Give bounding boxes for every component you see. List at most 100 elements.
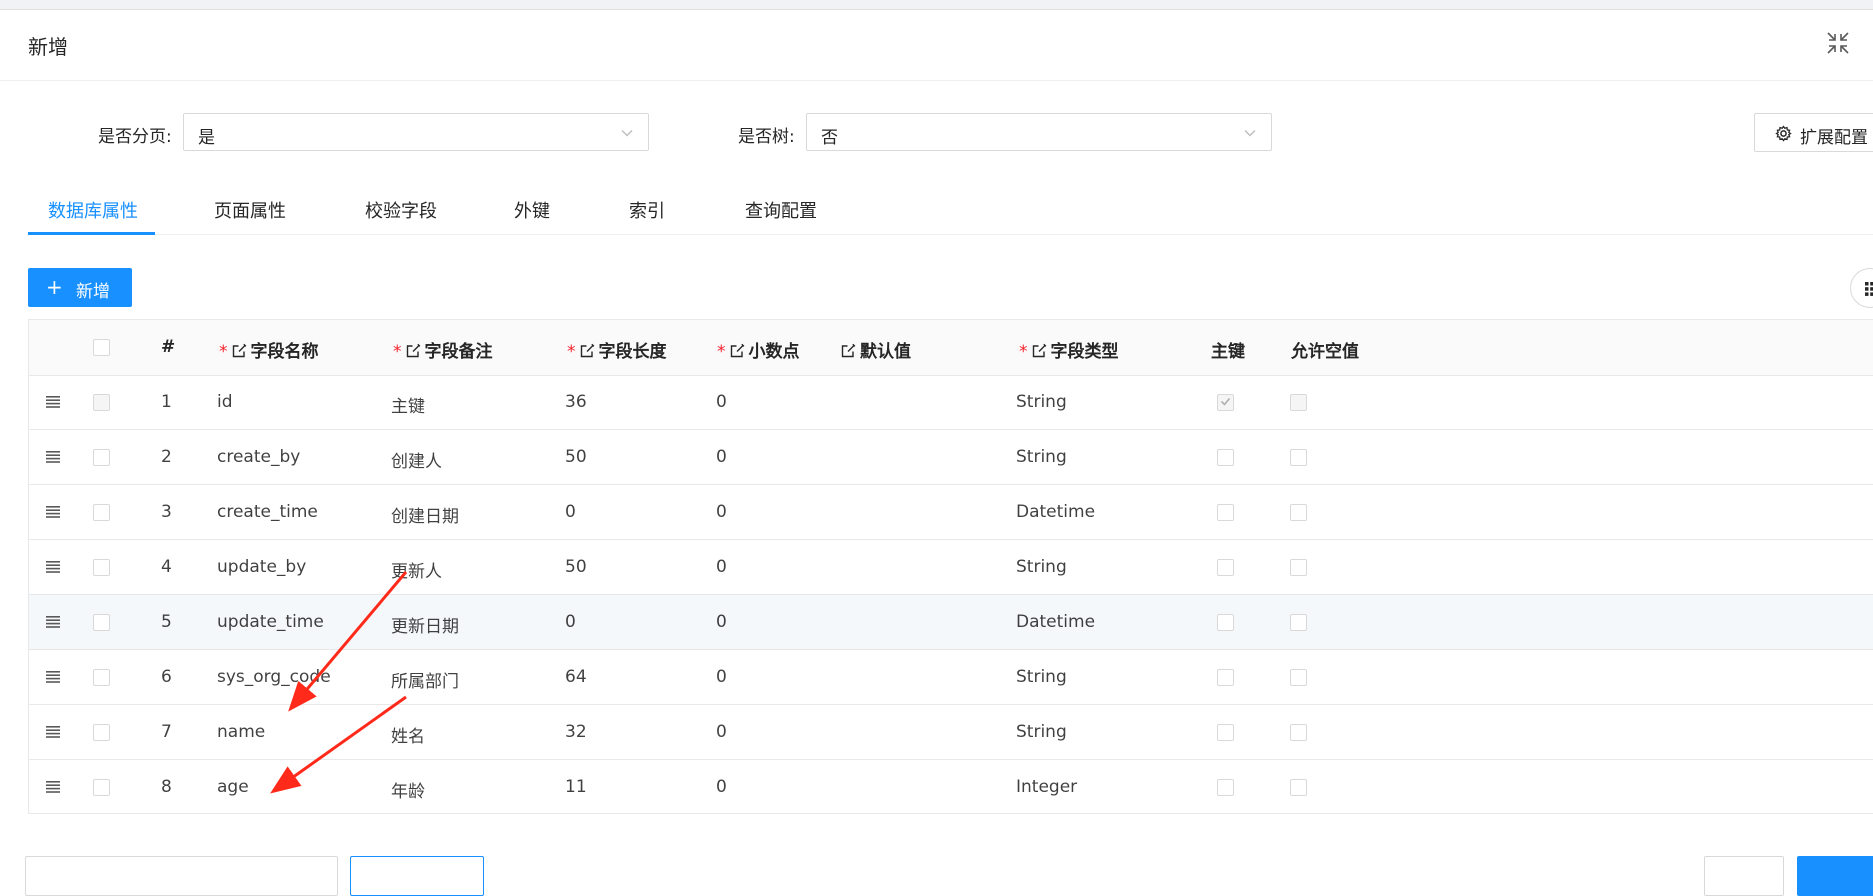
field-decimal-cell[interactable]: 0 xyxy=(716,722,727,742)
field-comment-cell[interactable]: 更新日期 xyxy=(391,612,459,637)
footer-confirm-button[interactable] xyxy=(1797,856,1873,896)
nullable-checkbox[interactable] xyxy=(1290,724,1307,741)
primary-key-checkbox[interactable] xyxy=(1217,669,1234,686)
tab-foreign-keys[interactable]: 外键 xyxy=(514,197,550,223)
field-decimal-cell[interactable]: 0 xyxy=(716,612,727,632)
add-row-button[interactable]: + 新增 xyxy=(28,268,132,307)
nullable-checkbox[interactable] xyxy=(1290,504,1307,521)
drag-handle-icon[interactable] xyxy=(46,396,60,408)
paging-select[interactable]: 是 xyxy=(183,113,649,151)
table-row[interactable]: 1 id 主键 36 0 String xyxy=(29,375,1873,430)
tab-page-properties[interactable]: 页面属性 xyxy=(214,197,286,223)
field-decimal-cell[interactable]: 0 xyxy=(716,777,727,797)
minimize-modal-icon[interactable] xyxy=(1825,30,1851,56)
nullable-checkbox[interactable] xyxy=(1290,779,1307,796)
primary-key-checkbox[interactable] xyxy=(1217,504,1234,521)
field-comment-cell[interactable]: 更新人 xyxy=(391,557,442,582)
drag-handle-icon[interactable] xyxy=(46,671,60,683)
bottom-action-button[interactable] xyxy=(350,856,484,896)
table-row[interactable]: 2 create_by 创建人 50 0 String xyxy=(29,430,1873,485)
field-length-cell[interactable]: 0 xyxy=(565,612,576,632)
field-type-cell[interactable]: Integer xyxy=(1016,777,1077,797)
field-name-cell[interactable]: update_by xyxy=(217,557,306,577)
column-settings-button[interactable] xyxy=(1850,268,1873,308)
field-length-cell[interactable]: 50 xyxy=(565,447,587,467)
row-index: 5 xyxy=(161,612,172,632)
row-select-checkbox[interactable] xyxy=(93,779,110,796)
edit-icon xyxy=(841,343,856,358)
field-name-cell[interactable]: update_time xyxy=(217,612,324,632)
nullable-checkbox[interactable] xyxy=(1290,559,1307,576)
field-name-cell[interactable]: id xyxy=(217,392,233,412)
row-select-checkbox[interactable] xyxy=(93,614,110,631)
field-comment-cell[interactable]: 创建人 xyxy=(391,447,442,472)
field-length-cell[interactable]: 32 xyxy=(565,722,587,742)
table-row[interactable]: 8 age 年龄 11 0 Integer xyxy=(29,760,1873,815)
field-comment-cell[interactable]: 年龄 xyxy=(391,777,425,802)
table-row[interactable]: 7 name 姓名 32 0 String xyxy=(29,705,1873,760)
table-row[interactable]: 6 sys_org_code 所属部门 64 0 String xyxy=(29,650,1873,705)
primary-key-checkbox[interactable] xyxy=(1217,614,1234,631)
tab-validation-fields[interactable]: 校验字段 xyxy=(365,197,437,223)
tab-indexes[interactable]: 索引 xyxy=(629,197,665,223)
field-decimal-cell[interactable]: 0 xyxy=(716,447,727,467)
field-type-cell[interactable]: String xyxy=(1016,667,1067,687)
footer-cancel-button[interactable] xyxy=(1704,856,1784,896)
row-select-checkbox[interactable] xyxy=(93,669,110,686)
drag-handle-icon[interactable] xyxy=(46,561,60,573)
table-row[interactable]: 3 create_time 创建日期 0 0 Datetime xyxy=(29,485,1873,540)
nullable-checkbox[interactable] xyxy=(1290,449,1307,466)
row-select-checkbox[interactable] xyxy=(93,724,110,741)
field-length-cell[interactable]: 64 xyxy=(565,667,587,687)
drag-handle-icon[interactable] xyxy=(46,506,60,518)
field-type-cell[interactable]: String xyxy=(1016,722,1067,742)
col-primary-key-header: 主键 xyxy=(1211,342,1245,362)
row-select-checkbox[interactable] xyxy=(93,504,110,521)
field-name-cell[interactable]: age xyxy=(217,777,249,797)
field-comment-cell[interactable]: 主键 xyxy=(391,392,425,417)
select-all-checkbox[interactable] xyxy=(93,339,110,356)
tab-database-properties[interactable]: 数据库属性 xyxy=(48,197,138,223)
row-select-checkbox[interactable] xyxy=(93,449,110,466)
field-length-cell[interactable]: 36 xyxy=(565,392,587,412)
field-comment-cell[interactable]: 姓名 xyxy=(391,722,425,747)
field-decimal-cell[interactable]: 0 xyxy=(716,557,727,577)
nullable-checkbox[interactable] xyxy=(1290,669,1307,686)
field-type-cell[interactable]: Datetime xyxy=(1016,612,1095,632)
field-name-cell[interactable]: create_by xyxy=(217,447,300,467)
table-row[interactable]: 5 update_time 更新日期 0 0 Datetime xyxy=(29,595,1873,650)
primary-key-checkbox[interactable] xyxy=(1217,449,1234,466)
primary-key-checkbox[interactable] xyxy=(1217,779,1234,796)
drag-handle-icon[interactable] xyxy=(46,451,60,463)
drag-handle-icon[interactable] xyxy=(46,726,60,738)
extended-config-button[interactable]: 扩展配置 xyxy=(1754,113,1873,152)
field-length-cell[interactable]: 50 xyxy=(565,557,587,577)
row-select-checkbox[interactable] xyxy=(93,559,110,576)
field-decimal-cell[interactable]: 0 xyxy=(716,392,727,412)
bottom-input-field[interactable] xyxy=(25,856,338,896)
field-type-cell[interactable]: Datetime xyxy=(1016,502,1095,522)
field-decimal-cell[interactable]: 0 xyxy=(716,667,727,687)
tab-query-config[interactable]: 查询配置 xyxy=(745,197,817,223)
field-decimal-cell[interactable]: 0 xyxy=(716,502,727,522)
primary-key-checkbox[interactable] xyxy=(1217,559,1234,576)
extended-config-label: 扩展配置 xyxy=(1800,128,1868,148)
table-row[interactable]: 4 update_by 更新人 50 0 String xyxy=(29,540,1873,595)
field-type-cell[interactable]: String xyxy=(1016,557,1067,577)
field-name-cell[interactable]: name xyxy=(217,722,265,742)
tree-select-value: 否 xyxy=(821,128,838,148)
field-type-cell[interactable]: String xyxy=(1016,447,1067,467)
field-name-cell[interactable]: create_time xyxy=(217,502,318,522)
field-name-cell[interactable]: sys_org_code xyxy=(217,667,331,687)
tree-select[interactable]: 否 xyxy=(806,113,1272,151)
field-length-cell[interactable]: 0 xyxy=(565,502,576,522)
field-comment-cell[interactable]: 所属部门 xyxy=(391,667,459,692)
primary-key-checkbox[interactable] xyxy=(1217,724,1234,741)
field-type-cell[interactable]: String xyxy=(1016,392,1067,412)
window-top-edge xyxy=(0,0,1873,10)
field-length-cell[interactable]: 11 xyxy=(565,777,587,797)
field-comment-cell[interactable]: 创建日期 xyxy=(391,502,459,527)
drag-handle-icon[interactable] xyxy=(46,781,60,793)
nullable-checkbox[interactable] xyxy=(1290,614,1307,631)
drag-handle-icon[interactable] xyxy=(46,616,60,628)
